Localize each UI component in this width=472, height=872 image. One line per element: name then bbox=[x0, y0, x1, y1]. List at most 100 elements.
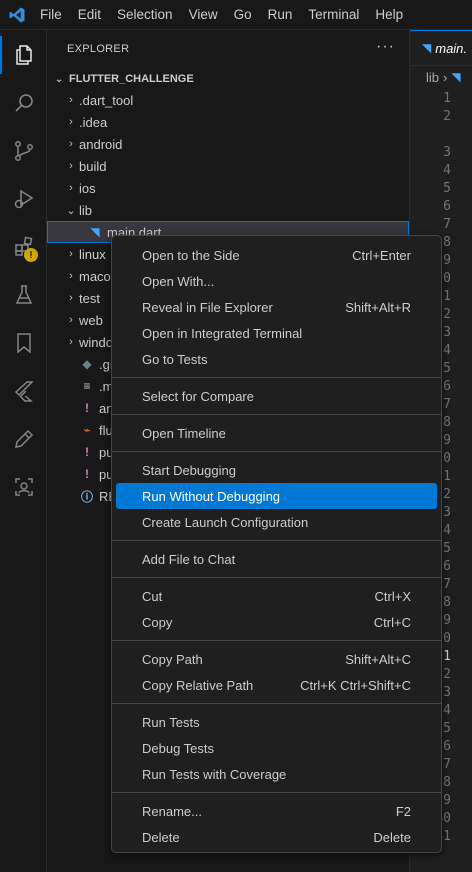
vscode-logo-icon bbox=[0, 0, 34, 30]
folder-item[interactable]: › build bbox=[47, 155, 409, 177]
menu-item-copy[interactable]: Copy Ctrl+C bbox=[116, 609, 437, 635]
menu-item-reveal-in-file-explorer[interactable]: Reveal in File Explorer Shift+Alt+R bbox=[116, 294, 437, 320]
dart-file-icon: ◥ bbox=[422, 41, 432, 55]
menu-item-label: Copy Relative Path bbox=[142, 677, 254, 693]
menu-separator bbox=[112, 703, 441, 704]
tree-item-label: linux bbox=[79, 246, 106, 262]
folder-item[interactable]: ⌄ lib bbox=[47, 199, 409, 221]
folder-item[interactable]: › android bbox=[47, 133, 409, 155]
keyboard-shortcut: Ctrl+X bbox=[374, 588, 411, 604]
menu-item-open-to-the-side[interactable]: Open to the Side Ctrl+Enter bbox=[116, 242, 437, 268]
menu-terminal[interactable]: Terminal bbox=[300, 0, 367, 30]
menu-item-run-without-debugging[interactable]: Run Without Debugging bbox=[116, 483, 437, 509]
chevron-down-icon: ⌄ bbox=[54, 73, 64, 85]
tree-item-label: web bbox=[79, 312, 103, 328]
chevron-right-icon: › bbox=[69, 182, 73, 194]
keyboard-shortcut: F2 bbox=[395, 803, 411, 819]
chevron-right-icon: › bbox=[69, 160, 73, 172]
chevron-right-icon: › bbox=[69, 314, 73, 326]
text-file-icon: ≡ bbox=[83, 379, 91, 393]
more-actions-icon[interactable]: ··· bbox=[376, 38, 395, 56]
chevron-down-icon: ⌄ bbox=[66, 204, 76, 217]
keyboard-shortcut: Shift+Alt+C bbox=[345, 651, 411, 667]
menu-item-label: Go to Tests bbox=[142, 351, 208, 367]
breadcrumb-lib[interactable]: lib bbox=[426, 70, 439, 85]
menu-go[interactable]: Go bbox=[226, 0, 260, 30]
tree-item-label: ios bbox=[79, 180, 96, 196]
menu-separator bbox=[112, 451, 441, 452]
menu-file[interactable]: File bbox=[34, 0, 70, 30]
menu-item-label: Debug Tests bbox=[142, 740, 215, 756]
menu-item-select-for-compare[interactable]: Select for Compare bbox=[116, 383, 437, 409]
tree-item-label: android bbox=[79, 136, 123, 152]
tree-item-label: lib bbox=[79, 202, 93, 218]
chevron-right-icon: › bbox=[69, 248, 73, 260]
menu-item-create-launch-configuration[interactable]: Create Launch Configuration bbox=[116, 509, 437, 535]
menu-item-delete[interactable]: Delete Delete bbox=[116, 824, 437, 850]
workspace-name: FLUTTER_CHALLENGE bbox=[69, 73, 194, 85]
activity-bar: ! bbox=[0, 30, 47, 872]
menu-item-label: Open With... bbox=[142, 273, 215, 289]
menu-item-open-timeline[interactable]: Open Timeline bbox=[116, 420, 437, 446]
menu-edit[interactable]: Edit bbox=[70, 0, 109, 30]
menu-item-open-in-integrated-terminal[interactable]: Open in Integrated Terminal bbox=[116, 320, 437, 346]
menu-view[interactable]: View bbox=[181, 0, 226, 30]
line-number: 4 bbox=[443, 163, 451, 178]
tab-main-dart[interactable]: ◥ main. bbox=[410, 30, 472, 65]
menu-separator bbox=[112, 792, 441, 793]
flutter-icon[interactable] bbox=[0, 368, 47, 414]
keyboard-shortcut: Ctrl+Enter bbox=[352, 247, 411, 263]
menu-run[interactable]: Run bbox=[260, 0, 301, 30]
menu-selection[interactable]: Selection bbox=[109, 0, 181, 30]
menu-item-go-to-tests[interactable]: Go to Tests bbox=[116, 346, 437, 372]
menu-item-start-debugging[interactable]: Start Debugging bbox=[116, 457, 437, 483]
menu-item-run-tests[interactable]: Run Tests bbox=[116, 709, 437, 735]
pen-icon[interactable] bbox=[0, 416, 47, 462]
menu-item-copy-path[interactable]: Copy Path Shift+Alt+C bbox=[116, 646, 437, 672]
folder-item[interactable]: › ios bbox=[47, 177, 409, 199]
yaml-file-icon: ! bbox=[85, 467, 89, 481]
sidebar-header: EXPLORER ··· bbox=[47, 30, 409, 68]
testing-icon[interactable] bbox=[0, 272, 47, 318]
search-icon[interactable] bbox=[0, 80, 47, 126]
run-debug-icon[interactable] bbox=[0, 176, 47, 222]
menu-item-label: Copy bbox=[142, 614, 173, 630]
chevron-right-icon: › bbox=[69, 336, 73, 348]
menu-item-rename[interactable]: Rename... F2 bbox=[116, 798, 437, 824]
folder-item[interactable]: › .dart_tool bbox=[47, 89, 409, 111]
menu-item-label: Reveal in File Explorer bbox=[142, 299, 273, 315]
menu-item-cut[interactable]: Cut Ctrl+X bbox=[116, 583, 437, 609]
menu-item-debug-tests[interactable]: Debug Tests bbox=[116, 735, 437, 761]
menu-item-copy-relative-path[interactable]: Copy Relative Path Ctrl+K Ctrl+Shift+C bbox=[116, 672, 437, 698]
line-number: 7 bbox=[443, 217, 451, 232]
menu-separator bbox=[112, 377, 441, 378]
folder-item[interactable]: › .idea bbox=[47, 111, 409, 133]
menu-item-open-with[interactable]: Open With... bbox=[116, 268, 437, 294]
menu-item-label: Rename... bbox=[142, 803, 202, 819]
tree-item-label: build bbox=[79, 158, 107, 174]
menu-item-label: Start Debugging bbox=[142, 462, 236, 478]
menu-item-label: Create Launch Configuration bbox=[142, 514, 309, 530]
explorer-icon[interactable] bbox=[0, 32, 47, 78]
keyboard-shortcut: Delete bbox=[373, 829, 411, 845]
menu-item-label: Copy Path bbox=[142, 651, 203, 667]
line-number: 3 bbox=[443, 145, 451, 160]
menu-help[interactable]: Help bbox=[367, 0, 411, 30]
menu-item-label: Open Timeline bbox=[142, 425, 226, 441]
workspace-section-header[interactable]: ⌄ FLUTTER_CHALLENGE bbox=[47, 68, 409, 90]
extensions-icon[interactable]: ! bbox=[0, 224, 47, 270]
menu-item-label: Run Tests with Coverage bbox=[142, 766, 287, 782]
menu-item-label: Run Tests bbox=[142, 714, 200, 730]
breadcrumb[interactable]: lib › ◥ bbox=[410, 66, 472, 88]
tab-label: main. bbox=[435, 40, 468, 56]
remote-explorer-icon[interactable] bbox=[0, 464, 47, 510]
source-control-icon[interactable] bbox=[0, 128, 47, 174]
menu-item-run-tests-with-coverage[interactable]: Run Tests with Coverage bbox=[116, 761, 437, 787]
bookmarks-icon[interactable] bbox=[0, 320, 47, 366]
tree-item-label: .idea bbox=[79, 114, 108, 130]
chevron-right-icon: › bbox=[69, 116, 73, 128]
menu-item-add-file-to-chat[interactable]: Add File to Chat bbox=[116, 546, 437, 572]
keyboard-shortcut: Shift+Alt+R bbox=[345, 299, 411, 315]
menu-item-label: Add File to Chat bbox=[142, 551, 236, 567]
dart-file-icon: ◥ bbox=[90, 225, 100, 239]
